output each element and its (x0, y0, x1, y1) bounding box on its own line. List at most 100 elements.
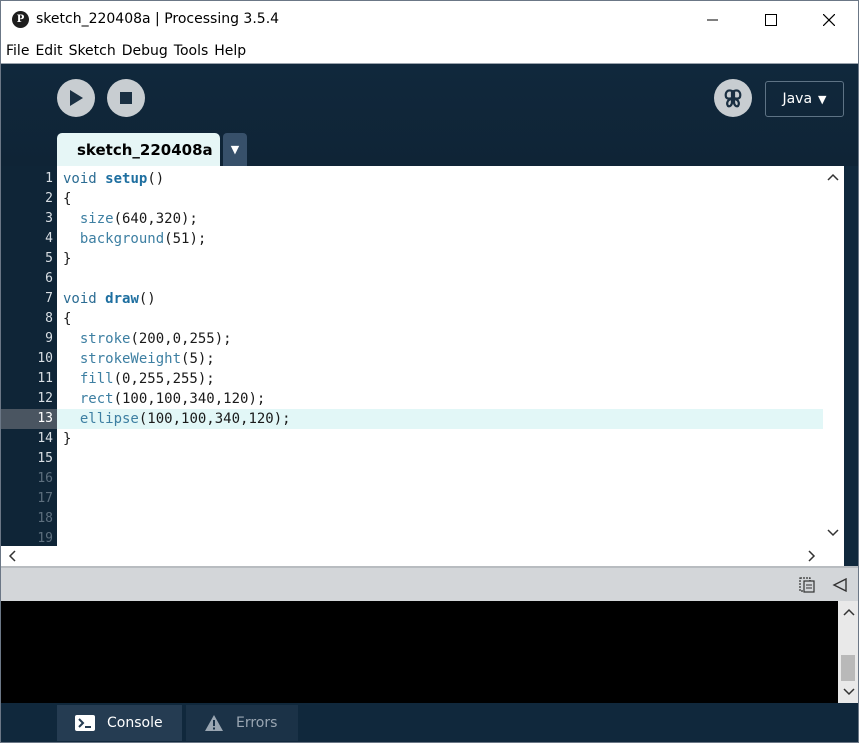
maximize-button[interactable] (742, 1, 800, 39)
mode-label: Java (782, 91, 813, 107)
code-line[interactable]: { (63, 309, 71, 329)
chevron-up-icon[interactable] (843, 607, 855, 617)
maximize-icon (765, 14, 777, 26)
code-line[interactable]: size(640,320); (63, 209, 198, 229)
line-number-gutter: 1 2 3 4 5 6 7 8 9 10 11 12 13 14 15 16 17 18 19 (1, 166, 57, 546)
processing-window: P sketch_220408a | Processing 3.5.4 File… (0, 0, 859, 743)
code-token: stroke (79, 331, 131, 347)
code-token: (640,320); (113, 211, 198, 227)
code-token: void (63, 171, 106, 187)
line-number: 10 (37, 351, 53, 366)
menu-help[interactable]: Help (214, 39, 252, 63)
code-token: (100,100,340,120); (138, 411, 291, 427)
editor-right-edge (844, 166, 858, 566)
chevron-up-icon[interactable] (827, 172, 839, 182)
warning-icon (205, 715, 223, 731)
console-output[interactable] (1, 601, 838, 703)
code-editor[interactable]: 1 2 3 4 5 6 7 8 9 10 11 12 13 14 15 16 17 18 19 void setup… (1, 166, 858, 546)
run-button[interactable] (57, 79, 95, 117)
play-icon (70, 90, 83, 106)
minimize-button[interactable] (684, 1, 742, 39)
code-token: (5); (181, 351, 215, 367)
tab-errors-label: Errors (236, 715, 278, 731)
chevron-right-icon[interactable] (807, 550, 817, 562)
chevron-down-icon[interactable] (827, 528, 839, 538)
minimize-icon (707, 19, 718, 21)
console-scrollbar[interactable] (838, 601, 858, 703)
menu-sketch[interactable]: Sketch (69, 39, 122, 63)
code-line[interactable]: stroke(200,0,255); (63, 329, 232, 349)
clipboard-icon[interactable] (798, 576, 816, 594)
code-token: { (63, 311, 72, 327)
code-line[interactable]: ellipse(100,100,340,120); (63, 409, 291, 429)
tab-menu-button[interactable]: ▼ (223, 133, 247, 166)
code-token: fill (79, 371, 114, 387)
processing-logo-icon: P (12, 11, 29, 28)
code-line[interactable]: fill(0,255,255); (63, 369, 215, 389)
line-number: 6 (45, 271, 53, 286)
tab-errors[interactable]: Errors (186, 705, 298, 741)
code-token: rect (79, 391, 114, 407)
line-number: 18 (37, 511, 53, 526)
chevron-left-icon[interactable] (7, 550, 17, 562)
code-token: () (147, 171, 165, 187)
code-token: background (79, 231, 165, 247)
code-line[interactable]: rect(100,100,340,120); (63, 389, 265, 409)
line-number: 15 (37, 451, 53, 466)
terminal-icon (75, 715, 95, 731)
code-line[interactable]: } (63, 249, 71, 269)
chevron-down-icon[interactable] (843, 687, 855, 697)
code-token: size (79, 211, 114, 227)
window-title: sketch_220408a | Processing 3.5.4 (36, 11, 280, 27)
tab-sketch[interactable]: sketch_220408a (57, 133, 220, 166)
code-line[interactable]: void draw() (63, 289, 156, 309)
code-line[interactable]: { (63, 189, 71, 209)
line-number: 8 (45, 311, 53, 326)
console-tab-bar: Console Errors (1, 703, 858, 742)
menu-edit[interactable]: Edit (35, 39, 68, 63)
menu-debug[interactable]: Debug (122, 39, 174, 63)
code-token: (200,0,255); (130, 331, 232, 347)
mode-selector[interactable]: Java ▼ (765, 81, 844, 117)
triangle-left-icon[interactable] (832, 578, 848, 592)
line-number: 9 (45, 331, 53, 346)
code-line[interactable]: strokeWeight(5); (63, 349, 215, 369)
editor-horizontal-scrollbar[interactable] (1, 546, 844, 566)
toolbar: Java ▼ sketch_220408a ▼ (1, 64, 858, 166)
menu-tools[interactable]: Tools (174, 39, 215, 63)
editor-vertical-scrollbar[interactable] (823, 166, 844, 546)
console-scroll-thumb[interactable] (841, 655, 855, 681)
line-number: 11 (37, 371, 53, 386)
line-number: 14 (37, 431, 53, 446)
tab-console[interactable]: Console (57, 705, 182, 741)
stop-icon (120, 92, 132, 104)
line-number: 16 (37, 471, 53, 486)
line-number: 1 (45, 171, 53, 186)
title-bar: P sketch_220408a | Processing 3.5.4 (1, 1, 858, 39)
line-number: 4 (45, 231, 53, 246)
line-number: 19 (37, 531, 53, 546)
code-token: (100,100,340,120); (113, 391, 266, 407)
code-token: } (63, 431, 72, 447)
line-number: 5 (45, 251, 53, 266)
line-number: 13 (1, 409, 57, 429)
code-line[interactable]: background(51); (63, 229, 206, 249)
line-number: 12 (37, 391, 53, 406)
line-number: 2 (45, 191, 53, 206)
code-token: strokeWeight (79, 351, 182, 367)
code-area[interactable]: void setup(){ size(640,320); background(… (57, 166, 823, 546)
code-token: draw (105, 291, 139, 307)
close-button[interactable] (800, 1, 858, 39)
menu-file[interactable]: File (6, 39, 35, 63)
code-line[interactable]: void setup() (63, 169, 164, 189)
stop-button[interactable] (107, 79, 145, 117)
debug-button[interactable] (714, 79, 752, 117)
code-line[interactable]: } (63, 429, 71, 449)
code-token: (0,255,255); (113, 371, 215, 387)
line-number: 3 (45, 211, 53, 226)
